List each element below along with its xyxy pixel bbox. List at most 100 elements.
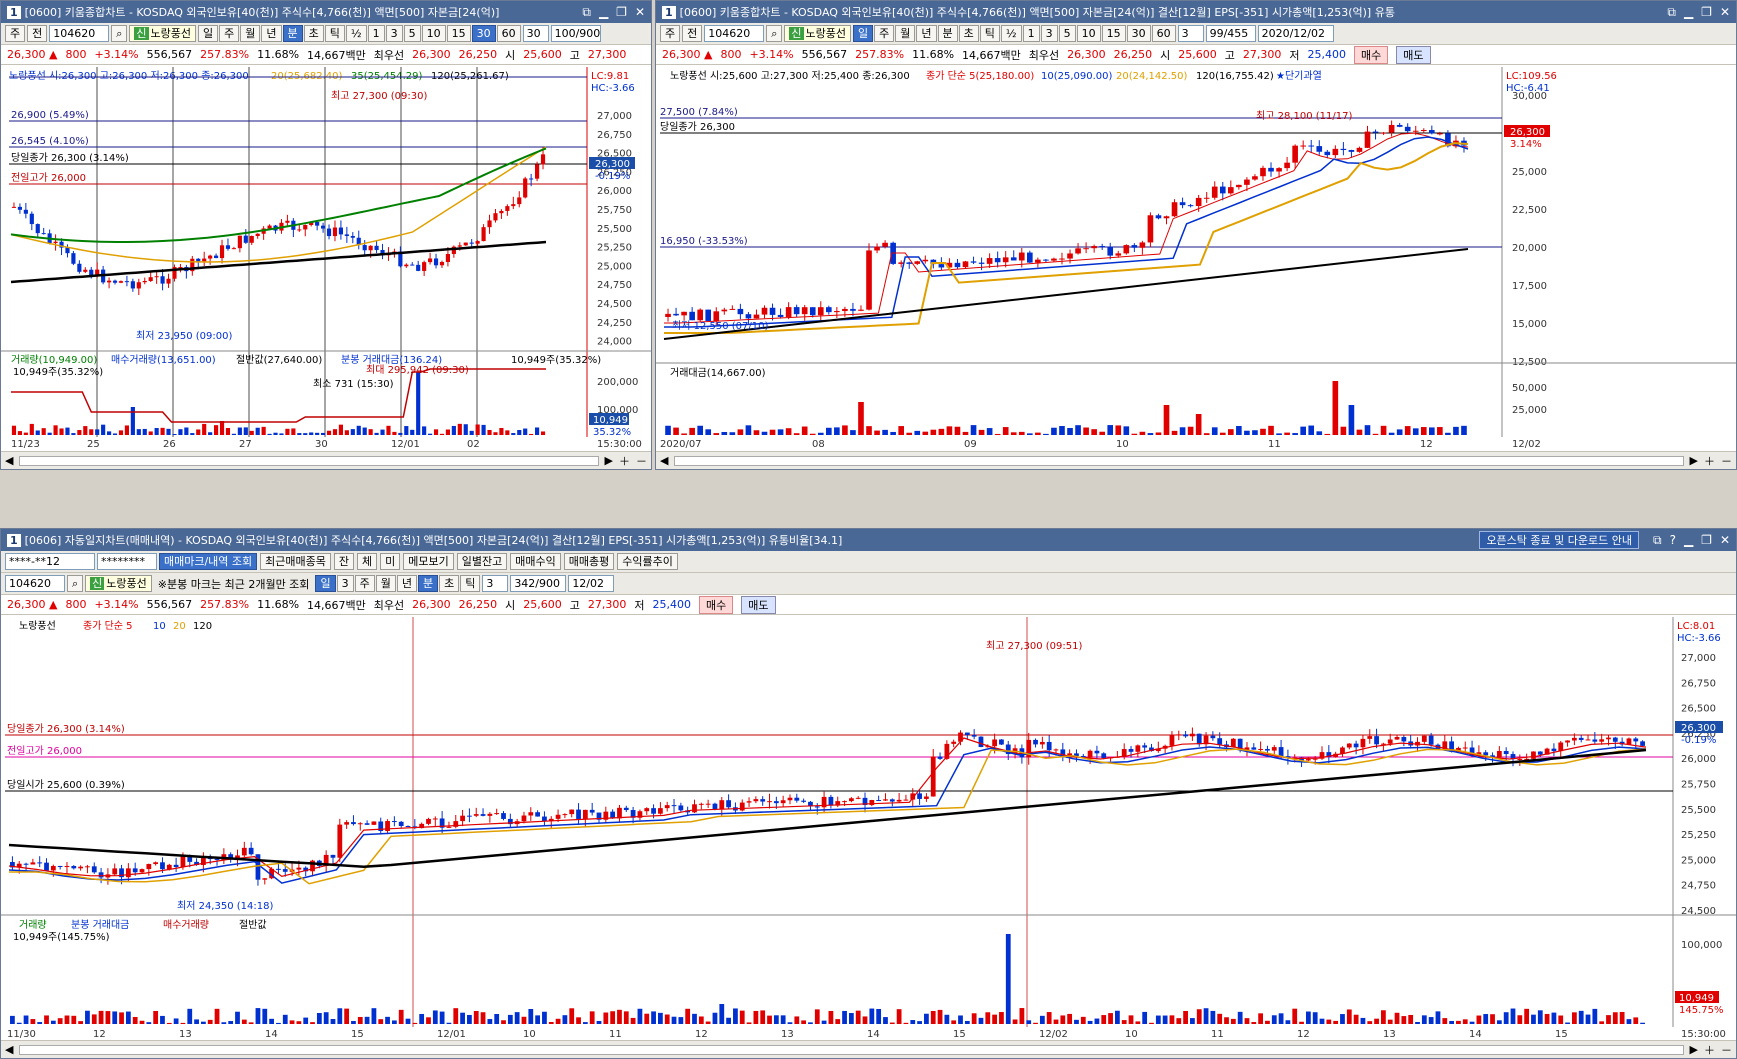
journal-tab-9[interactable]: 수익률추이 xyxy=(617,553,678,570)
account-input[interactable]: ****-**12 xyxy=(5,553,95,570)
period-button-4[interactable]: 분 xyxy=(282,25,303,42)
period-button-11[interactable]: 10 xyxy=(421,25,446,42)
period-button-10[interactable]: 5 xyxy=(403,25,421,42)
buy-button[interactable]: 매수 xyxy=(1354,45,1389,64)
link-icon[interactable]: ⧉ xyxy=(1667,5,1676,20)
price-chart-2[interactable]: 노랑풍선 시:25,600 고:27,300 저:25,400 종:26,300… xyxy=(656,67,1736,451)
minimize-icon[interactable]: ▁ xyxy=(599,5,608,20)
journal-tab-1[interactable]: 최근매매종목 xyxy=(260,553,331,570)
close-icon[interactable]: ✕ xyxy=(1720,5,1730,20)
period-button-14[interactable]: 60 xyxy=(1151,25,1176,42)
period-button-10[interactable]: 5 xyxy=(1058,25,1076,42)
period-button-2[interactable]: 월 xyxy=(895,25,916,42)
scroll-left-icon[interactable]: ◀ xyxy=(660,454,668,467)
journal-tab-7[interactable]: 매매수익 xyxy=(510,553,561,570)
date-input[interactable]: 2020/12/02 xyxy=(1257,25,1334,42)
journal-tab-6[interactable]: 일별잔고 xyxy=(456,553,508,570)
chart-1-svg[interactable]: 노랑풍선 시:26,300 고:26,300 저:26,300 종:26,300… xyxy=(1,67,651,451)
restore-icon[interactable]: ❐ xyxy=(1701,5,1712,20)
period-button-1[interactable]: 주 xyxy=(874,25,895,42)
chart-3-scrollbar[interactable]: ◀ ▶ ＋ － xyxy=(1,1040,1736,1058)
period-button-5[interactable]: 초 xyxy=(303,25,324,42)
chart-3-svg[interactable]: 노랑풍선 종가 단순 5 10 20 12027,00026,75026,50026,2… xyxy=(1,617,1736,1041)
count-input[interactable]: 99/455 xyxy=(1205,25,1256,42)
period-button-8[interactable]: 1 xyxy=(367,25,385,42)
buy-button[interactable]: 매수 xyxy=(699,595,734,614)
zoom-out-icon[interactable]: － xyxy=(1721,453,1732,469)
zoom-out-icon[interactable]: － xyxy=(1721,1042,1732,1058)
period-button-1[interactable]: 주 xyxy=(219,25,240,42)
link-icon[interactable]: ⧉ xyxy=(1653,533,1662,548)
date-input[interactable]: 12/02 xyxy=(568,575,615,592)
scroll-left-icon[interactable]: ◀ xyxy=(5,454,13,467)
stock-name[interactable]: 신 노랑풍선 xyxy=(85,575,152,592)
restore-icon[interactable]: ❐ xyxy=(1701,533,1712,548)
stock-code-input[interactable]: 104620 xyxy=(5,575,65,592)
window-2-titlebar[interactable]: 1 [0600] 키움종합차트 - KOSDAQ 외국인보유[40(천)] 주식… xyxy=(656,1,1736,23)
period-button-3[interactable]: 년 xyxy=(261,25,282,42)
period-button-6[interactable]: 초 xyxy=(439,575,460,592)
period-button-7[interactable]: ½ xyxy=(345,25,367,42)
period-input[interactable]: 3 xyxy=(482,575,509,592)
mode-select[interactable]: 주 xyxy=(5,25,26,42)
chart-2-svg[interactable]: 노랑풍선 시:25,600 고:27,300 저:25,400 종:26,300… xyxy=(656,67,1736,451)
journal-tab-0[interactable]: 매매마크/내역 조회 xyxy=(159,553,258,570)
window-1-titlebar[interactable]: 1 [0600] 키움종합차트 - KOSDAQ 외국인보유[40(천)] 주식… xyxy=(1,1,651,23)
zoom-in-icon[interactable]: ＋ xyxy=(1704,1042,1715,1058)
period-button-7[interactable]: 틱 xyxy=(460,575,481,592)
sell-button[interactable]: 매도 xyxy=(1396,45,1431,64)
period-button-11[interactable]: 10 xyxy=(1076,25,1101,42)
chart-1-scrollbar[interactable]: ◀ ▶ ＋ － xyxy=(1,451,651,469)
period-button-12[interactable]: 15 xyxy=(1101,25,1126,42)
search-icon[interactable]: ⌕ xyxy=(111,25,128,42)
price-chart-1[interactable]: 노랑풍선 시:26,300 고:26,300 저:26,300 종:26,300… xyxy=(1,67,651,451)
zoom-out-icon[interactable]: － xyxy=(636,453,647,469)
scroll-track[interactable] xyxy=(19,455,599,466)
period-button-4[interactable]: 분 xyxy=(937,25,958,42)
journal-tab-5[interactable]: 메모보기 xyxy=(403,553,454,570)
mode-select[interactable]: 주 xyxy=(660,25,681,42)
period-button-2[interactable]: 주 xyxy=(354,575,375,592)
period-button-13[interactable]: 30 xyxy=(471,25,496,42)
period-button-8[interactable]: 1 xyxy=(1022,25,1040,42)
period-button-3[interactable]: 월 xyxy=(375,575,396,592)
link-icon[interactable]: ⧉ xyxy=(582,5,591,20)
scroll-left-icon[interactable]: ◀ xyxy=(5,1043,13,1056)
period-button-2[interactable]: 월 xyxy=(240,25,261,42)
password-input[interactable]: ******** xyxy=(97,553,157,570)
sell-button[interactable]: 매도 xyxy=(741,595,776,614)
count-input[interactable]: 100/900 xyxy=(550,25,601,42)
period-button-0[interactable]: 일 xyxy=(853,25,874,42)
period-button-12[interactable]: 15 xyxy=(446,25,471,42)
stock-code-input[interactable]: 104620 xyxy=(49,25,110,42)
notice-button[interactable]: 오픈스탁 종료 및 다운로드 안내 xyxy=(1479,531,1639,549)
scroll-track[interactable] xyxy=(674,455,1684,466)
close-icon[interactable]: ✕ xyxy=(1720,533,1730,548)
period-button-5[interactable]: 초 xyxy=(958,25,979,42)
period-button-13[interactable]: 30 xyxy=(1126,25,1151,42)
mode2-button[interactable]: 전 xyxy=(27,25,48,42)
period-button-1[interactable]: 3 xyxy=(336,575,354,592)
journal-chart[interactable]: 노랑풍선 종가 단순 5 10 20 120 27,000 26,750 26,500 26,2… xyxy=(1,617,1736,1041)
stock-name[interactable]: 신 노랑풍선 xyxy=(129,25,197,42)
zoom-in-icon[interactable]: ＋ xyxy=(1704,453,1715,469)
period-button-14[interactable]: 60 xyxy=(496,25,521,42)
period-button-4[interactable]: 년 xyxy=(396,575,417,592)
journal-tab-8[interactable]: 매매총평 xyxy=(563,553,615,570)
period-button-3[interactable]: 년 xyxy=(916,25,937,42)
period-button-5[interactable]: 분 xyxy=(417,575,439,592)
period-button-6[interactable]: 틱 xyxy=(324,25,345,42)
period-input[interactable]: 30 xyxy=(522,25,549,42)
period-button-0[interactable]: 일 xyxy=(315,575,336,592)
minimize-icon[interactable]: ▁ xyxy=(1684,533,1693,548)
window-3-titlebar[interactable]: 1 [0606] 자동일지차트(매매내역) - KOSDAQ 외국인보유[40(… xyxy=(1,529,1736,551)
mode2-button[interactable]: 전 xyxy=(682,25,703,42)
journal-tab-3[interactable]: 체 xyxy=(357,553,378,570)
search-icon[interactable]: ⌕ xyxy=(67,575,84,592)
stock-code-input[interactable]: 104620 xyxy=(704,25,765,42)
zoom-in-icon[interactable]: ＋ xyxy=(619,453,630,469)
period-button-0[interactable]: 일 xyxy=(198,25,219,42)
restore-icon[interactable]: ❐ xyxy=(616,5,627,20)
close-icon[interactable]: ✕ xyxy=(635,5,645,20)
help-icon[interactable]: ? xyxy=(1670,533,1676,548)
